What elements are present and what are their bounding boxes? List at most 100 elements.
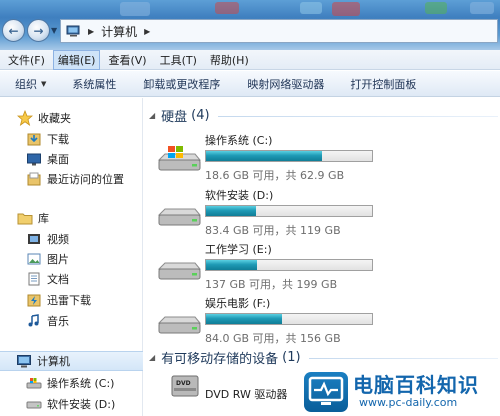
nav-computer-label: 计算机 xyxy=(37,355,70,368)
menu-tools[interactable]: 工具(T) xyxy=(155,50,202,70)
breadcrumb-separator-icon[interactable]: ▶ xyxy=(88,27,94,36)
nav-favorites-label: 收藏夹 xyxy=(38,112,71,125)
pc-daily-logo-icon xyxy=(304,371,348,412)
star-icon xyxy=(16,109,34,126)
group-header-removable[interactable]: ◢ 有可移动存储的设备 (1) xyxy=(149,348,301,367)
desktop-icon xyxy=(26,151,42,167)
chevron-down-icon: ▼ xyxy=(41,79,47,88)
computer-icon xyxy=(16,353,32,369)
nav-item-label: 文档 xyxy=(47,273,69,286)
nav-item-label: 操作系统 (C:) xyxy=(47,377,115,390)
group-header-hard-disks[interactable]: ◢ 硬盘 (4) xyxy=(149,106,210,125)
library-folder-icon xyxy=(17,210,33,226)
group-title: 硬盘 xyxy=(161,109,188,125)
drive-item-f[interactable]: 娱乐电影 (F:) 84.0 GB 可用，共 156 GB xyxy=(156,295,496,347)
collapse-triangle-icon[interactable]: ◢ xyxy=(149,353,155,362)
drive-name: 工作学习 (E:) xyxy=(205,243,272,256)
watermark-title: 电脑百科知识 xyxy=(353,372,479,397)
nav-item-drive-c[interactable]: 操作系统 (C:) xyxy=(0,373,143,393)
hard-drive-icon xyxy=(156,253,202,283)
map-network-drive-button[interactable]: 映射网络驱动器 xyxy=(247,76,324,92)
forward-arrow-icon: → xyxy=(33,23,44,38)
svg-text:DVD: DVD xyxy=(176,380,191,387)
group-count: (4) xyxy=(191,107,210,123)
picture-library-icon xyxy=(26,251,42,267)
group-count: (1) xyxy=(282,349,301,365)
thunder-download-icon xyxy=(26,292,42,308)
organize-label: 组织 xyxy=(15,77,37,91)
menu-help[interactable]: 帮助(H) xyxy=(205,50,254,70)
computer-icon xyxy=(66,25,82,37)
hard-drive-icon xyxy=(156,307,202,337)
drive-item-c[interactable]: 操作系统 (C:) 18.6 GB 可用，共 62.9 GB xyxy=(156,132,496,184)
uninstall-program-button[interactable]: 卸载或更改程序 xyxy=(143,76,220,92)
drive-usage-bar xyxy=(205,150,373,162)
navigation-pane: 收藏夹 下载 桌面 最近访问的位置 库 视频 图片 文档 迅雷下载 音乐 计算机… xyxy=(0,98,143,416)
nav-item-label: 视频 xyxy=(47,233,69,246)
menu-bar: 文件(F) 编辑(E) 查看(V) 工具(T) 帮助(H) xyxy=(0,49,500,70)
organize-button[interactable]: 组织 ▼ xyxy=(15,76,46,92)
breadcrumb-computer[interactable]: 计算机 xyxy=(101,23,137,40)
drive-usage-fill xyxy=(206,206,256,216)
drive-item-e[interactable]: 工作学习 (E:) 137 GB 可用，共 199 GB xyxy=(156,241,496,293)
nav-item-downloads[interactable]: 下载 xyxy=(0,129,143,149)
nav-item-label: 最近访问的位置 xyxy=(47,173,124,186)
windows-drive-icon xyxy=(26,375,42,391)
group-divider xyxy=(218,116,498,117)
history-dropdown-icon[interactable]: ▼ xyxy=(51,26,57,35)
back-button[interactable]: ← xyxy=(2,19,25,42)
drive-space-info: 137 GB 可用，共 199 GB xyxy=(205,278,338,291)
document-library-icon xyxy=(26,271,42,287)
open-control-panel-button[interactable]: 打开控制面板 xyxy=(350,76,416,92)
nav-item-thunder-downloads[interactable]: 迅雷下载 xyxy=(0,290,143,310)
drive-space-info: 84.0 GB 可用，共 156 GB xyxy=(205,332,341,345)
window-titlebar: ← → ▼ ▶ 计算机 ▶ xyxy=(0,0,500,50)
drive-name: DVD RW 驱动器 xyxy=(205,388,288,401)
nav-item-pictures[interactable]: 图片 xyxy=(0,249,143,269)
nav-item-videos[interactable]: 视频 xyxy=(0,229,143,249)
back-arrow-icon: ← xyxy=(8,23,19,38)
drive-name: 软件安装 (D:) xyxy=(205,189,274,202)
nav-item-label: 图片 xyxy=(47,253,69,266)
nav-libraries-label: 库 xyxy=(38,212,49,225)
drive-space-info: 18.6 GB 可用，共 62.9 GB xyxy=(205,169,345,182)
video-library-icon xyxy=(26,231,42,247)
nav-item-documents[interactable]: 文档 xyxy=(0,269,143,289)
menu-edit[interactable]: 编辑(E) xyxy=(52,49,101,70)
system-properties-button[interactable]: 系统属性 xyxy=(72,76,116,92)
drive-usage-fill xyxy=(206,151,323,161)
nav-item-music[interactable]: 音乐 xyxy=(0,311,143,331)
nav-item-recent-places[interactable]: 最近访问的位置 xyxy=(0,169,143,189)
nav-favorites[interactable]: 收藏夹 xyxy=(0,108,143,128)
drive-name: 娱乐电影 (F:) xyxy=(205,297,271,310)
dvd-drive-icon: DVD xyxy=(156,372,202,402)
nav-item-label: 音乐 xyxy=(47,315,69,328)
group-title: 有可移动存储的设备 xyxy=(161,351,279,367)
nav-item-label: 下载 xyxy=(47,133,69,146)
watermark-url: www.pc-daily.com xyxy=(359,395,458,409)
drive-item-d[interactable]: 软件安装 (D:) 83.4 GB 可用，共 119 GB xyxy=(156,187,496,239)
nav-item-label: 软件安装 (D:) xyxy=(47,398,116,411)
download-folder-icon xyxy=(26,131,42,147)
windows-drive-icon xyxy=(156,144,202,174)
nav-item-drive-d[interactable]: 软件安装 (D:) xyxy=(0,394,143,414)
nav-computer[interactable]: 计算机 xyxy=(0,351,143,371)
drive-usage-bar xyxy=(205,313,373,325)
breadcrumb-separator-icon[interactable]: ▶ xyxy=(144,27,150,36)
nav-item-label: 桌面 xyxy=(47,153,69,166)
drive-usage-bar xyxy=(205,259,373,271)
drive-space-info: 83.4 GB 可用，共 119 GB xyxy=(205,224,341,237)
recent-places-icon xyxy=(26,171,42,187)
hard-drive-icon xyxy=(156,199,202,229)
hard-drive-icon xyxy=(26,396,42,412)
music-library-icon xyxy=(26,313,42,329)
nav-libraries[interactable]: 库 xyxy=(0,208,143,228)
collapse-triangle-icon[interactable]: ◢ xyxy=(149,111,155,120)
forward-button[interactable]: → xyxy=(27,19,50,42)
drive-usage-fill xyxy=(206,314,283,324)
menu-view[interactable]: 查看(V) xyxy=(103,50,151,70)
command-bar: 组织 ▼ 系统属性 卸载或更改程序 映射网络驱动器 打开控制面板 xyxy=(0,71,500,97)
nav-item-desktop[interactable]: 桌面 xyxy=(0,149,143,169)
menu-file[interactable]: 文件(F) xyxy=(3,50,50,70)
address-bar[interactable]: ▶ 计算机 ▶ xyxy=(60,19,498,43)
